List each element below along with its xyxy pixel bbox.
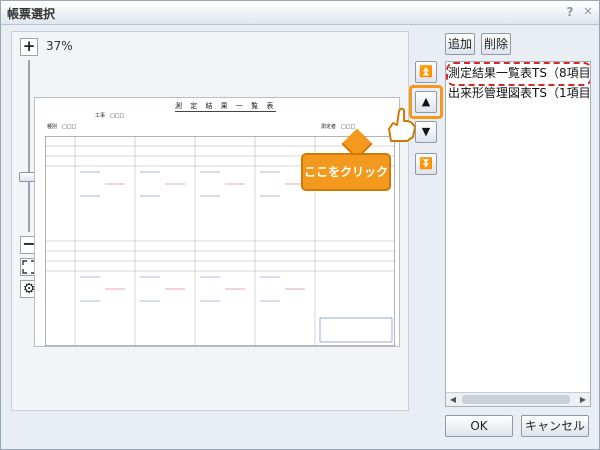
move-down-button[interactable]: ▼ (415, 121, 437, 143)
move-to-bottom-button[interactable]: ⏬ (415, 153, 437, 175)
click-here-callout: ここをクリック (301, 153, 391, 191)
preview-panel: + 37% − ⚙ 測 定 結 果 一 覧 表 工事 □□□ 種別 □□□ 測定… (11, 31, 409, 411)
delete-button[interactable]: 削除 (481, 33, 511, 55)
report-preview-sheet: 測 定 結 果 一 覧 表 工事 □□□ 種別 □□□ 測定者 □□□ (34, 97, 400, 347)
scrollbar-thumb[interactable] (462, 395, 570, 404)
sheet-label-type: 種別 □□□ (47, 124, 77, 130)
report-list[interactable]: 測定結果一覧表TS（8項目5測 出来形管理図表TS（1項目14 ◀ ▶ (445, 61, 591, 407)
list-item[interactable]: 出来形管理図表TS（1項目14 (448, 84, 590, 102)
add-button[interactable]: 追加 (445, 33, 475, 55)
help-icon[interactable]: ? (563, 5, 577, 19)
zoom-level: 37% (46, 39, 73, 53)
scroll-right-icon[interactable]: ▶ (576, 393, 590, 406)
sheet-label-project: 工事 □□□ (95, 113, 125, 119)
window-title: 帳票選択 (7, 7, 56, 21)
move-to-top-button[interactable]: ⏫ (415, 61, 437, 83)
ok-button[interactable]: OK (445, 415, 513, 437)
cancel-button[interactable]: キャンセル (521, 415, 589, 437)
scroll-left-icon[interactable]: ◀ (446, 393, 460, 406)
list-item[interactable]: 測定結果一覧表TS（8項目5測 (448, 64, 590, 82)
sheet-title: 測 定 結 果 一 覧 表 (175, 102, 277, 112)
title-bar: 帳票選択 ? ✕ (1, 1, 599, 25)
report-select-dialog: 帳票選択 ? ✕ + 37% − ⚙ 測 定 結 果 一 覧 表 工事 □□□ … (0, 0, 600, 450)
horizontal-scrollbar[interactable]: ◀ ▶ (446, 392, 590, 406)
move-up-button[interactable]: ▲ (415, 91, 437, 113)
zoom-slider-track[interactable] (28, 60, 30, 232)
zoom-in-button[interactable]: + (20, 38, 38, 56)
close-icon[interactable]: ✕ (581, 5, 595, 19)
sheet-label-inspector: 測定者 □□□ (321, 124, 356, 130)
